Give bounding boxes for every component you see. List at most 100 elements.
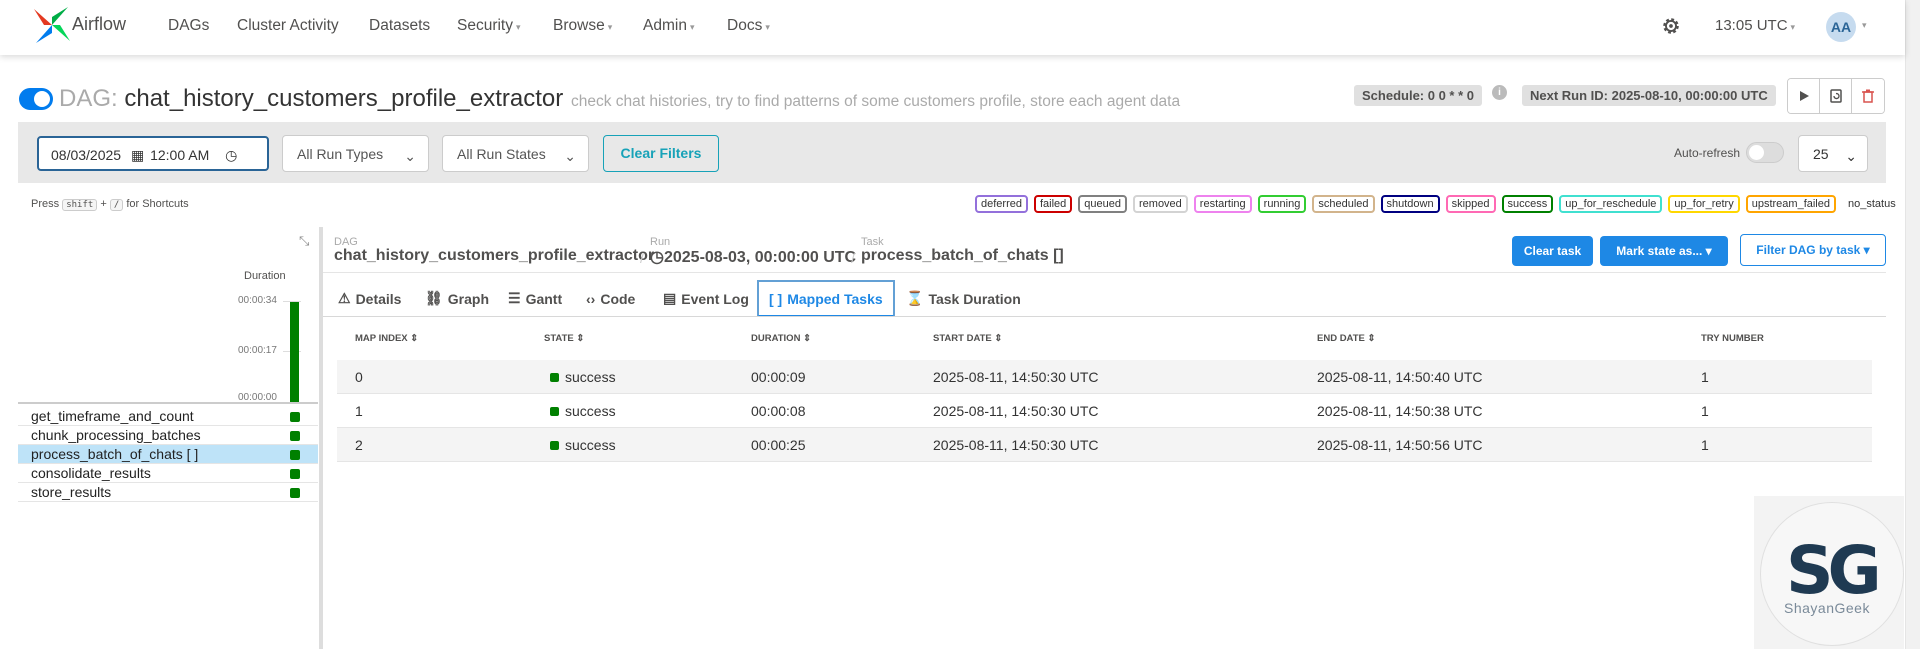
legend-failed[interactable]: failed (1033, 195, 1073, 213)
brand-name[interactable]: Airflow (72, 14, 126, 35)
clear-filters-button[interactable]: Clear Filters (603, 135, 719, 172)
tab-gantt-label: Gantt (525, 290, 563, 307)
column-header-end-date[interactable]: END DATE ⇕ (1317, 333, 1375, 344)
task-row[interactable]: consolidate_results (18, 464, 318, 483)
task-status-square[interactable] (290, 488, 300, 498)
breadcrumb-dag[interactable]: chat_history_customers_profile_extractor (334, 247, 654, 265)
mark-state-button[interactable]: Mark state as... ▾ (1600, 236, 1728, 266)
page-size-select[interactable]: 25 ⌄ (1798, 135, 1868, 172)
task-status-square[interactable] (290, 412, 300, 422)
warning-icon: ⚠ (338, 290, 351, 306)
cell-duration: 00:00:09 (751, 369, 806, 385)
legend-up-for-reschedule[interactable]: up_for_reschedule (1559, 195, 1663, 213)
legend-deferred[interactable]: deferred (975, 195, 1028, 213)
legend-scheduled[interactable]: scheduled (1312, 195, 1375, 213)
panel-resize-handle[interactable] (319, 227, 323, 649)
legend-skipped[interactable]: skipped (1445, 195, 1496, 213)
nav-security[interactable]: Security ▾ (457, 17, 521, 35)
nav-docs[interactable]: Docs ▾ (727, 17, 770, 35)
duration-tick: 00:00:17 (238, 345, 277, 356)
tab-graph[interactable]: ⛓ Graph (425, 280, 489, 317)
breadcrumb-run[interactable]: ◷2025-08-03, 00:00:00 UTC (650, 247, 856, 267)
tab-details-label: Details (355, 290, 402, 307)
state-square (550, 373, 559, 382)
run-state-select[interactable]: All Run States ⌄ (442, 135, 589, 172)
nav-browse[interactable]: Browse ▾ (553, 17, 612, 35)
base-date-input[interactable]: 08/03/2025 ▦ 12:00 AM ◷ (37, 136, 269, 171)
column-header-try-number: TRY NUMBER (1701, 333, 1764, 344)
auto-refresh-toggle[interactable] (1746, 142, 1784, 163)
column-header-duration[interactable]: DURATION ⇕ (751, 333, 811, 344)
current-time[interactable]: 13:05 UTC ▾ (1715, 17, 1795, 34)
task-status-square[interactable] (290, 469, 300, 479)
cell-state: success (550, 403, 616, 419)
tab-graph-label: Graph (447, 290, 490, 307)
avatar[interactable]: AA (1826, 12, 1856, 42)
table-row[interactable]: 1 success 00:00:08 2025-08-11, 14:50:30 … (337, 394, 1872, 428)
gear-icon[interactable] (1660, 15, 1682, 37)
task-status-square[interactable] (290, 450, 300, 460)
tab-mapped-tasks[interactable]: [ ] Mapped Tasks (757, 280, 895, 317)
info-icon[interactable]: i (1492, 85, 1507, 100)
task-row[interactable]: get_timeframe_and_count (18, 407, 318, 426)
nav-datasets[interactable]: Datasets (369, 17, 430, 35)
task-status-square[interactable] (290, 431, 300, 441)
legend-restarting[interactable]: restarting (1193, 195, 1252, 213)
tab-gantt[interactable]: ☰ Gantt (508, 280, 562, 317)
dag-run-duration-bar[interactable] (290, 302, 299, 402)
cell-duration: 00:00:08 (751, 403, 806, 419)
breadcrumb-task[interactable]: process_batch_of_chats [] (861, 247, 1064, 265)
tab-details[interactable]: ⚠ Details (338, 280, 401, 317)
clear-task-button[interactable]: Clear task (1512, 236, 1593, 266)
tab-task-duration[interactable]: ⌛ Task Duration (906, 280, 1021, 317)
task-name[interactable]: chunk_processing_batches (31, 427, 201, 443)
legend-shutdown[interactable]: shutdown (1380, 195, 1440, 213)
state-square (550, 441, 559, 450)
tab-code[interactable]: ‹› Code (586, 280, 635, 317)
parse-dag-button[interactable] (1820, 79, 1852, 113)
filter-dag-label: Filter DAG by task (1756, 243, 1861, 257)
cell-state: success (550, 437, 616, 453)
column-label: TRY NUMBER (1701, 333, 1764, 344)
calendar-icon[interactable]: ▦ (131, 147, 144, 163)
table-row[interactable]: 2 success 00:00:25 2025-08-11, 14:50:30 … (337, 428, 1872, 462)
legend-up-for-retry[interactable]: up_for_retry (1668, 195, 1740, 213)
run-type-select[interactable]: All Run Types ⌄ (282, 135, 429, 172)
delete-dag-button[interactable] (1852, 79, 1884, 113)
sort-icon: ⇕ (410, 333, 419, 344)
nav-dags[interactable]: DAGs (168, 17, 209, 35)
chevron-down-icon[interactable]: ▾ (1862, 20, 1867, 31)
tab-event-log[interactable]: ▤ Event Log (663, 280, 749, 317)
state-text: success (565, 369, 616, 385)
task-name[interactable]: process_batch_of_chats [ ] (31, 446, 198, 462)
watermark: SG ShayanGeek (1754, 496, 1904, 649)
nav-cluster-activity[interactable]: Cluster Activity (237, 17, 339, 35)
column-header-start-date[interactable]: START DATE ⇕ (933, 333, 1002, 344)
table-row[interactable]: 0 success 00:00:09 2025-08-11, 14:50:30 … (337, 360, 1872, 394)
task-name[interactable]: store_results (31, 484, 111, 500)
legend-removed[interactable]: removed (1133, 195, 1188, 213)
legend-upstream-failed[interactable]: upstream_failed (1745, 195, 1836, 213)
column-header-map-index[interactable]: MAP INDEX ⇕ (355, 333, 418, 344)
task-name[interactable]: get_timeframe_and_count (31, 408, 194, 424)
collapse-icon[interactable]: ⤡ (299, 233, 309, 249)
trigger-dag-button[interactable] (1788, 79, 1820, 113)
airflow-logo-icon[interactable] (32, 5, 72, 45)
task-name[interactable]: consolidate_results (31, 465, 151, 481)
next-run-badge: Next Run ID: 2025-08-10, 00:00:00 UTC (1522, 85, 1776, 106)
filter-dag-by-task-button[interactable]: Filter DAG by task ▾ (1740, 234, 1886, 266)
legend-running[interactable]: running (1257, 195, 1307, 213)
dag-pause-toggle[interactable] (19, 88, 53, 110)
divider (323, 272, 1886, 273)
column-header-state[interactable]: STATE ⇕ (544, 333, 584, 344)
page-scrollbar[interactable] (1905, 0, 1920, 649)
legend-queued[interactable]: queued (1078, 195, 1127, 213)
task-row[interactable]: chunk_processing_batches (18, 426, 318, 445)
legend-no-status[interactable]: no_status (1842, 195, 1902, 213)
duration-tick: 00:00:34 (238, 295, 277, 306)
task-row[interactable]: store_results (18, 483, 318, 502)
clock-icon[interactable]: ◷ (225, 147, 237, 163)
legend-success[interactable]: success (1501, 195, 1554, 213)
nav-admin[interactable]: Admin ▾ (643, 17, 694, 35)
task-row-selected[interactable]: process_batch_of_chats [ ] (18, 445, 318, 464)
